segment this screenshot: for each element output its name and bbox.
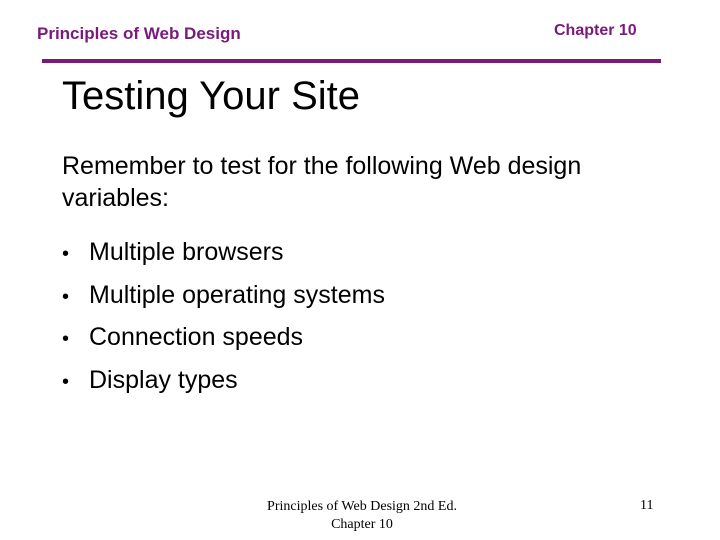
list-item: • Connection speeds [62,317,385,360]
header-course-title: Principles of Web Design [37,24,241,43]
header-divider [42,59,661,63]
header-chapter: Chapter 10 [554,22,637,39]
footer-line-2: Chapter 10 [331,517,393,532]
list-item: • Multiple browsers [62,232,385,275]
slide-title: Testing Your Site [62,74,360,118]
slide-intro-text: Remember to test for the following Web d… [62,152,582,212]
list-item: • Display types [62,360,385,403]
footer-caption: Principles of Web Design 2nd Ed. Chapter… [232,498,492,534]
bullet-text: Multiple operating systems [89,280,385,309]
footer-line-1: Principles of Web Design 2nd Ed. [267,499,457,514]
bullet-text: Multiple browsers [89,238,284,266]
bullet-icon: • [62,285,70,308]
page-number: 11 [640,498,654,513]
list-item: • Multiple operating systems [62,275,385,318]
bullet-text: Display types [89,365,238,394]
bullet-icon: • [62,370,70,393]
bullet-list: • Multiple browsers • Multiple operating… [62,232,385,402]
bullet-icon: • [62,243,70,265]
bullet-text: Connection speeds [89,323,304,351]
bullet-icon: • [62,328,70,350]
